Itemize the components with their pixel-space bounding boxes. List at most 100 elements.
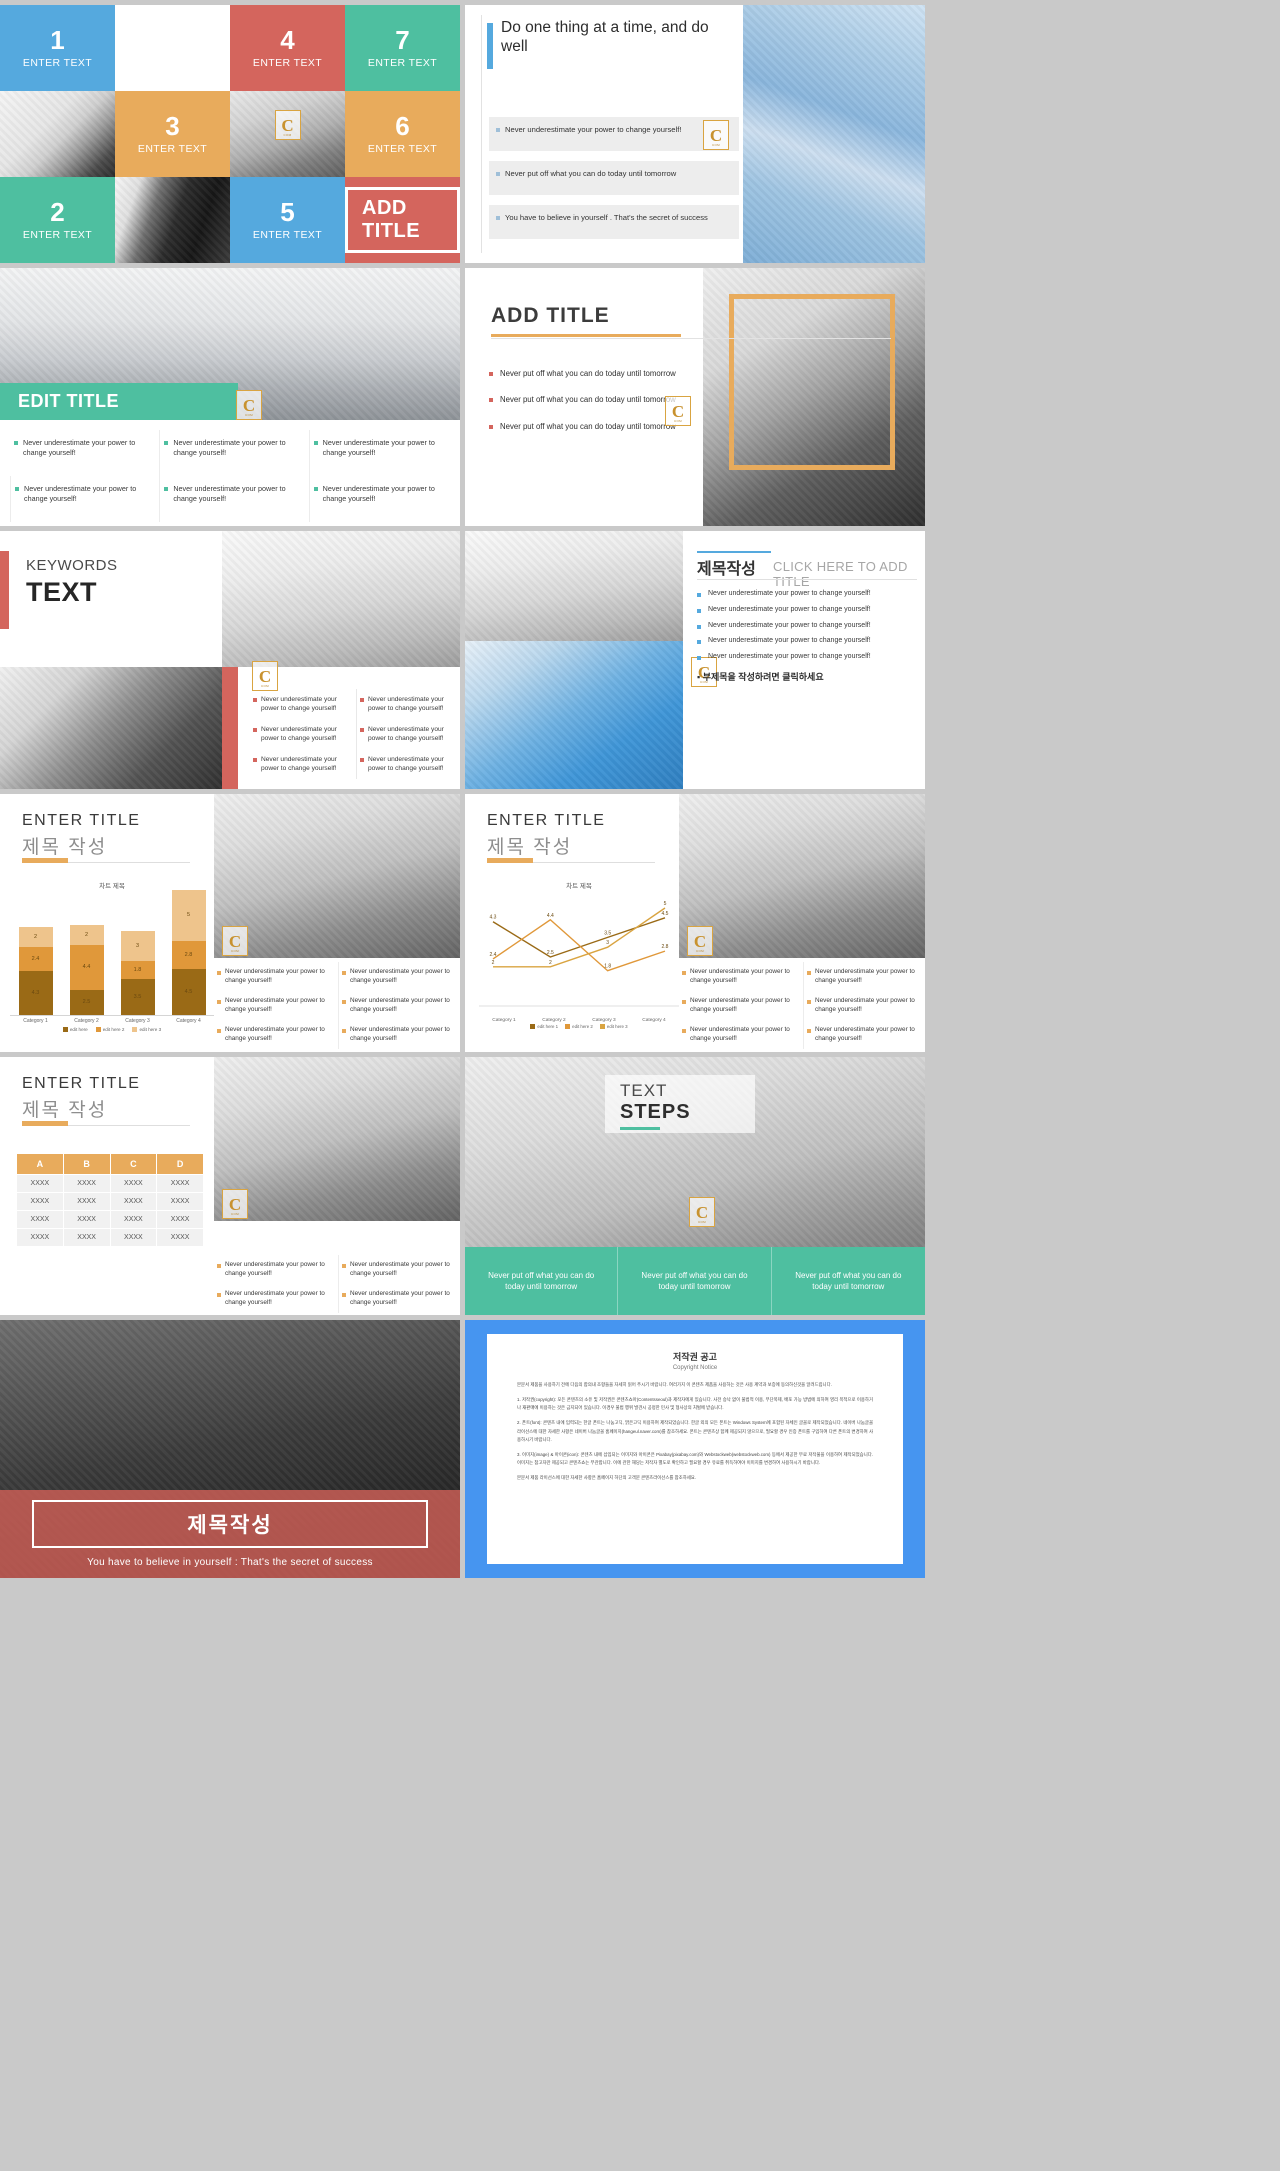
copyright-intro: 본문서 제품을 사용하기 전에 다음의 합의내 조항들을 자세히 읽어 주시기 … [517, 1382, 832, 1387]
step-item[interactable]: Never put off what you can do today unti… [618, 1247, 772, 1315]
tile-1[interactable]: 1 ENTER TEXT [0, 5, 115, 91]
grid-cell[interactable]: Never underestimate your power to change… [250, 689, 346, 719]
grid-cell[interactable]: Never underestimate your power to change… [338, 1020, 454, 1049]
logo-sub: COM [698, 1220, 706, 1224]
data-label: 5 [664, 901, 667, 907]
table-cell: XXXX [62, 1174, 111, 1193]
bullet-row[interactable]: Never put off what you can do today unti… [489, 161, 739, 195]
slide-7-bar-chart[interactable]: ENTER TITLE 제목 작성 C COM 차트 제목 2 2.4 4.3 2 4.… [0, 794, 460, 1052]
slide-4-add-title[interactable]: ADD TITLE Never put off what you can do … [465, 268, 925, 526]
tile-4[interactable]: 4 ENTER TEXT [230, 5, 345, 91]
slide-6-title-korean[interactable]: 제목작성 CLICK HERE TO ADD TITLE C COM Never… [465, 531, 925, 789]
legend-entry: edit here 3 [599, 1024, 628, 1029]
step-item[interactable]: Never put off what you can do today unti… [771, 1247, 925, 1315]
grid-cell[interactable]: Never underestimate your power to change… [250, 719, 346, 749]
bullet-item[interactable]: Never underestimate your power to change… [697, 621, 917, 631]
bar-segment: 4.4 [69, 944, 104, 990]
bullet-item[interactable]: Never underestimate your power to change… [697, 636, 917, 646]
table-header-cell: C [109, 1153, 158, 1175]
bullet-item[interactable]: Never put off what you can do today unti… [489, 368, 685, 379]
tile-7[interactable]: 7 ENTER TEXT [345, 5, 460, 91]
step-item[interactable]: Never put off what you can do today unti… [465, 1247, 619, 1315]
grid-cell[interactable]: Never underestimate your power to change… [214, 1020, 330, 1049]
tile-photo-meeting[interactable]: C COM [230, 91, 345, 177]
slide-1-number-tiles[interactable]: 1 ENTER TEXT 4 ENTER TEXT 3 ENTER TEXT C… [0, 5, 460, 263]
slide-9-table[interactable]: ENTER TITLE 제목 작성 C COM ABCD XXXX XXXX XXX… [0, 1057, 460, 1315]
slide-2-do-one-thing[interactable]: Do one thing at a time, and do well Neve… [465, 5, 925, 263]
grid-cell[interactable]: Never underestimate your power to change… [356, 689, 452, 719]
tile-6[interactable]: 6 ENTER TEXT [345, 91, 460, 177]
table-row[interactable]: XXXX XXXX XXXX XXXX [16, 1174, 204, 1193]
grid-cell[interactable]: Never underestimate your power to change… [214, 1284, 330, 1313]
grid-cell[interactable]: Never underestimate your power to change… [679, 962, 795, 991]
grid-cell[interactable]: Never underestimate your power to change… [803, 991, 919, 1020]
left-rule [481, 15, 482, 253]
bullet-row[interactable]: Never underestimate your power to change… [489, 117, 739, 151]
table-row[interactable]: XXXX XXXX XXXX XXXX [16, 1210, 204, 1229]
bullet-item[interactable]: Never underestimate your power to change… [697, 589, 917, 599]
bullet-row[interactable]: You have to believe in yourself . That's… [489, 205, 739, 239]
brand-logo: C COM [703, 120, 729, 150]
grid-cell[interactable]: Never underestimate your power to change… [338, 1255, 454, 1284]
tile-blank-a[interactable] [115, 5, 230, 91]
bar-chart[interactable]: 차트 제목 2 2.4 4.3 2 4.4 2.5 3 1.8 3.5 5 2.8 4.5 Categ… [10, 880, 214, 1045]
grid-cell[interactable]: Never underestimate your power to change… [338, 962, 454, 991]
cell-text: Never underestimate your power to change… [690, 997, 790, 1013]
grid-cell[interactable]: Never underestimate your power to change… [159, 476, 300, 522]
grid-cell[interactable]: Never underestimate your power to change… [214, 962, 330, 991]
bullet-item[interactable]: Never put off what you can do today unti… [489, 394, 685, 405]
grid-cell[interactable]: Never underestimate your power to change… [803, 1020, 919, 1049]
grid-cell[interactable]: Never underestimate your power to change… [10, 476, 151, 522]
grid-cell[interactable]: Never underestimate your power to change… [250, 749, 346, 779]
tile-photo-calculator[interactable] [0, 91, 115, 177]
grid-cell[interactable]: Never underestimate your power to change… [356, 719, 452, 749]
table-cell: XXXX [62, 1210, 111, 1229]
table-header-cell: D [156, 1153, 204, 1175]
bullet-item[interactable]: Never underestimate your power to change… [697, 605, 917, 615]
tile-caption: ENTER TEXT [252, 57, 323, 69]
grid-cell[interactable]: Never underestimate your power to change… [679, 991, 795, 1020]
data-label: 3.5 [604, 930, 611, 936]
table-row[interactable]: XXXX XXXX XXXX XXXX [16, 1228, 204, 1247]
slide-8-line-chart[interactable]: ENTER TITLE 제목 작성 C COM 차트 제목 4.3 2.5 3.5 4… [465, 794, 925, 1052]
grid-cell[interactable]: Never underestimate your power to change… [679, 1020, 795, 1049]
brand-logo: C COM [222, 926, 248, 956]
grid-cell[interactable]: Never underestimate your power to change… [214, 1255, 330, 1284]
tile-3[interactable]: 3 ENTER TEXT [115, 91, 230, 177]
slide-5-keywords[interactable]: KEYWORDS TEXT C COM Never underestimate … [0, 531, 460, 789]
slide-11-closing[interactable]: 제목작성 You have to believe in yourself : T… [0, 1320, 460, 1578]
tile-5[interactable]: 5 ENTER TEXT [230, 177, 345, 263]
table-row[interactable]: XXXX XXXX XXXX XXXX [16, 1192, 204, 1211]
slide-3-edit-title[interactable]: EDIT TITLE C COM Never underestimate you… [0, 268, 460, 526]
bullet-marker-icon [14, 441, 18, 445]
grid-cell[interactable]: Never underestimate your power to change… [338, 1284, 454, 1313]
legend-swatch [132, 1027, 138, 1032]
data-label: 2.4 [490, 952, 497, 958]
grid-cell[interactable]: Never underestimate your power to change… [308, 476, 450, 522]
photo-glass-building [743, 5, 925, 263]
line-chart[interactable]: 차트 제목 4.3 2.5 3.5 4.5 2.4 4.4 1.8 2.8 2 2 3 5 Categ… [479, 880, 679, 1045]
cell-text: Never underestimate your power to change… [225, 968, 325, 984]
grid-cell[interactable]: Never underestimate your power to change… [159, 430, 300, 476]
tile-2[interactable]: 2 ENTER TEXT [0, 177, 115, 263]
grid-cell[interactable]: Never underestimate your power to change… [356, 749, 452, 779]
bullet-marker-icon [217, 1293, 221, 1297]
brand-logo: C COM [236, 390, 262, 420]
grid-cell[interactable]: Never underestimate your power to change… [803, 962, 919, 991]
bullet-item[interactable]: Never put off what you can do today unti… [489, 421, 685, 432]
tile-caption: ENTER TEXT [22, 229, 93, 241]
data-table[interactable]: ABCD XXXX XXXX XXXX XXXX XXXX XXXX XXXX XXXX XXX… [16, 1153, 204, 1247]
slide-10-text-steps[interactable]: TEXT STEPS C COM Never put off what you … [465, 1057, 925, 1315]
grid-cell[interactable]: Never underestimate your power to change… [10, 430, 151, 476]
tile-photo-handshake[interactable] [115, 177, 230, 263]
grid-cell[interactable]: Never underestimate your power to change… [338, 991, 454, 1020]
bullet-item[interactable]: Never underestimate your power to change… [697, 652, 917, 662]
slide-12-copyright[interactable]: 저작권 공고 Copyright Notice 본문서 제품을 사용하기 전에 … [465, 1320, 925, 1578]
grid-cell[interactable]: Never underestimate your power to change… [308, 430, 450, 476]
line-chart-legend: edit here 1 edit here 2 edit here 3 [479, 1024, 679, 1029]
slide-3-text-grid: Never underestimate your power to change… [10, 430, 450, 522]
tile-add-title[interactable]: ADD TITLE [345, 177, 460, 263]
grid-cell[interactable]: Never underestimate your power to change… [214, 991, 330, 1020]
copyright-outro: 본문서 제품 라이선스에 대한 자세한 사항은 홈페이지 하단의 고객문 콘텐츠… [517, 1475, 697, 1481]
bar-segment: 3 [120, 930, 155, 962]
